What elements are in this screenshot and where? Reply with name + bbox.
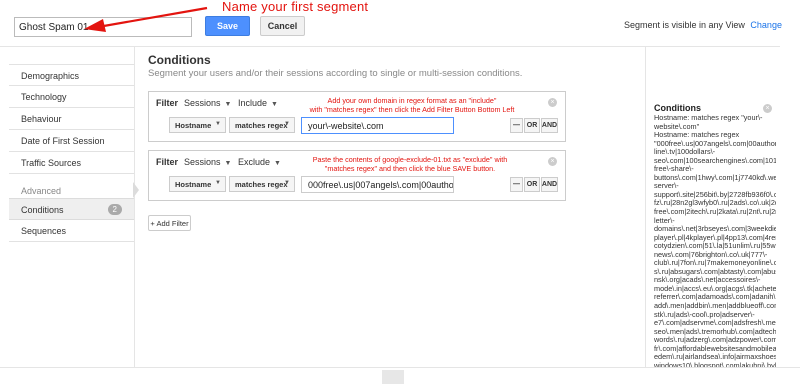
dimension-value: Hostname	[175, 121, 212, 130]
sidebar: Demographics Technology Behaviour Date o…	[9, 64, 134, 242]
summary-title: Conditions	[654, 103, 701, 113]
filter-label: Filter	[156, 98, 179, 108]
cancel-button[interactable]: Cancel	[260, 16, 305, 36]
dimension-value: Hostname	[175, 180, 212, 189]
and-button[interactable]: AND	[541, 177, 558, 192]
remove-condition-button[interactable]: —	[510, 177, 523, 192]
active-item-pointer	[133, 182, 139, 198]
page-scrollbar-area	[777, 47, 800, 367]
scope-dropdown[interactable]: Sessions ▼	[184, 98, 231, 108]
sidebar-item-technology[interactable]: Technology	[9, 86, 134, 108]
regex-value-input[interactable]: your\-website\.com	[301, 117, 454, 134]
annotation-line: Paste the contents of google-exclude-01.…	[312, 155, 508, 164]
segment-editor: Save Cancel Name your first segment Segm…	[0, 0, 800, 384]
annotation-include: Add your own domain in regex format as a…	[277, 96, 547, 115]
conditions-count-badge: 2	[107, 204, 122, 215]
annotation-exclude: Paste the contents of google-exclude-01.…	[279, 155, 541, 174]
operator-value: matches regex	[235, 180, 288, 189]
chevron-down-icon: ▼	[224, 160, 232, 167]
mode-value: Exclude	[238, 157, 271, 167]
close-icon[interactable]: ×	[548, 157, 557, 166]
sidebar-item-label: Conditions	[21, 205, 64, 215]
sidebar-item-date-of-first-session[interactable]: Date of First Session	[9, 130, 134, 152]
sidebar-divider	[134, 47, 135, 367]
chevron-down-icon: ▼	[215, 180, 221, 186]
or-button[interactable]: OR	[524, 177, 540, 192]
operator-dropdown[interactable]: matches regex ▼	[229, 117, 295, 133]
page-title: Conditions	[148, 53, 211, 67]
scope-dropdown[interactable]: Sessions ▼	[184, 157, 231, 167]
segment-name-input[interactable]	[14, 17, 192, 37]
sidebar-item-conditions[interactable]: Conditions 2	[9, 198, 134, 220]
save-button[interactable]: Save	[205, 16, 250, 36]
include-dropdown[interactable]: Include ▼	[238, 98, 278, 108]
page-subtitle: Segment your users and/or their sessions…	[148, 68, 523, 79]
operator-value: matches regex	[235, 121, 288, 130]
filter-label: Filter	[156, 157, 179, 167]
annotation-line: "matches regex" and then click the blue …	[324, 164, 496, 174]
chevron-down-icon: ▼	[284, 121, 290, 127]
sidebar-section-advanced: Advanced	[21, 186, 62, 196]
scroll-handle[interactable]	[382, 370, 404, 384]
filter-block-include: Filter Sessions ▼ Include ▼ × Add your own…	[148, 91, 566, 142]
chevron-down-icon: ▼	[284, 180, 290, 186]
regex-value-input[interactable]: 000free\.us|007angels\.com|00author\.	[301, 176, 454, 193]
and-button[interactable]: AND	[541, 118, 558, 133]
operator-dropdown[interactable]: matches regex ▼	[229, 176, 295, 192]
chevron-down-icon: ▼	[215, 121, 221, 127]
close-icon[interactable]: ×	[763, 104, 772, 113]
scope-value: Sessions	[184, 157, 221, 167]
add-filter-button[interactable]: + Add Filter	[148, 215, 191, 231]
sidebar-item-behaviour[interactable]: Behaviour	[9, 108, 134, 130]
or-button[interactable]: OR	[524, 118, 540, 133]
close-icon[interactable]: ×	[548, 98, 557, 107]
sidebar-item-sequences[interactable]: Sequences	[9, 220, 134, 242]
sidebar-item-demographics[interactable]: Demographics	[9, 64, 134, 86]
exclude-dropdown[interactable]: Exclude ▼	[238, 157, 281, 167]
scope-value: Sessions	[184, 98, 221, 108]
annotation-name-segment: Name your first segment	[222, 0, 369, 14]
mode-value: Include	[238, 98, 268, 108]
sidebar-item-traffic-sources[interactable]: Traffic Sources	[9, 152, 134, 174]
annotation-line: Add your own domain in regex format as a…	[327, 96, 497, 105]
visibility-info: Segment is visible in any View Change	[624, 20, 782, 30]
change-link[interactable]: Change	[750, 20, 782, 30]
summary-conditions-text: Hostname: matches regex "your\- website\.…	[654, 114, 776, 377]
visibility-text: Segment is visible in any View	[624, 20, 745, 30]
dimension-dropdown[interactable]: Hostname ▼	[169, 117, 226, 133]
remove-condition-button[interactable]: —	[510, 118, 523, 133]
annotation-line: with "matches regex" then click the Add …	[309, 105, 515, 115]
chevron-down-icon: ▼	[224, 101, 232, 108]
filter-block-exclude: Filter Sessions ▼ Exclude ▼ × Paste the co…	[148, 150, 566, 201]
summary-panel: Conditions × Hostname: matches regex "yo…	[645, 47, 776, 377]
dimension-dropdown[interactable]: Hostname ▼	[169, 176, 226, 192]
